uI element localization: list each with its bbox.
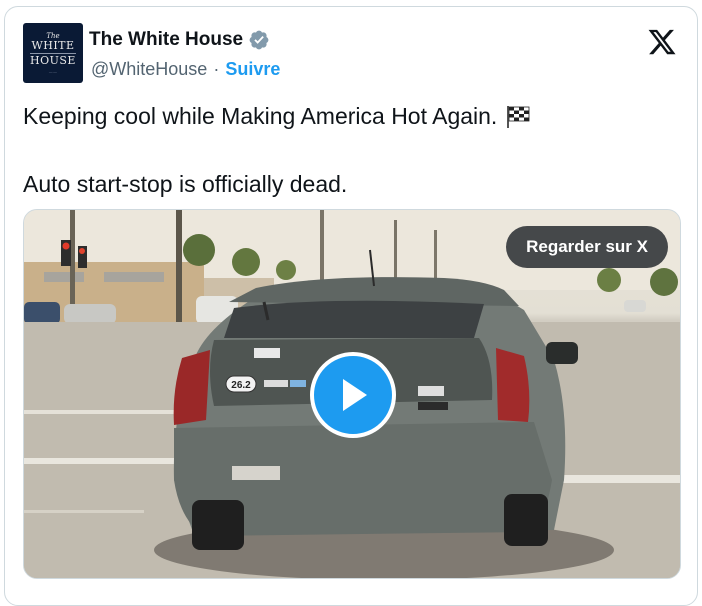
tweet-card[interactable]: The WHITE HOUSE —— The White House @Whit… (4, 6, 698, 606)
separator-dot: · (213, 59, 220, 79)
account-name[interactable]: The White House (89, 29, 243, 51)
avatar-divider: —— (48, 69, 58, 74)
tweet-text: Keeping cool while Making America Hot Ag… (23, 103, 498, 129)
avatar-house-text: HOUSE (30, 53, 76, 67)
play-icon (343, 379, 367, 411)
x-logo-icon[interactable] (647, 27, 677, 57)
follow-button[interactable]: Suivre (225, 59, 280, 80)
verified-badge-icon (249, 30, 269, 50)
watch-on-x-button[interactable]: Regarder sur X (506, 226, 668, 268)
avatar[interactable]: The WHITE HOUSE —— (23, 23, 83, 83)
checkered-flag-icon (507, 105, 530, 128)
play-button[interactable] (310, 352, 396, 438)
tweet-text-line-1: Keeping cool while Making America Hot Ag… (23, 103, 531, 130)
account-handle[interactable]: @WhiteHouse (91, 59, 207, 80)
tweet-text-line-2: Auto start-stop is officially dead. (23, 171, 348, 197)
avatar-white-text: WHITE (31, 39, 75, 52)
plate-sticker: 26.2 (231, 380, 251, 391)
account-handle-row: @WhiteHouse · Suivre (91, 59, 280, 80)
video-player[interactable]: 26.2 Regarder sur X (23, 209, 681, 579)
account-name-row[interactable]: The White House (89, 29, 270, 51)
